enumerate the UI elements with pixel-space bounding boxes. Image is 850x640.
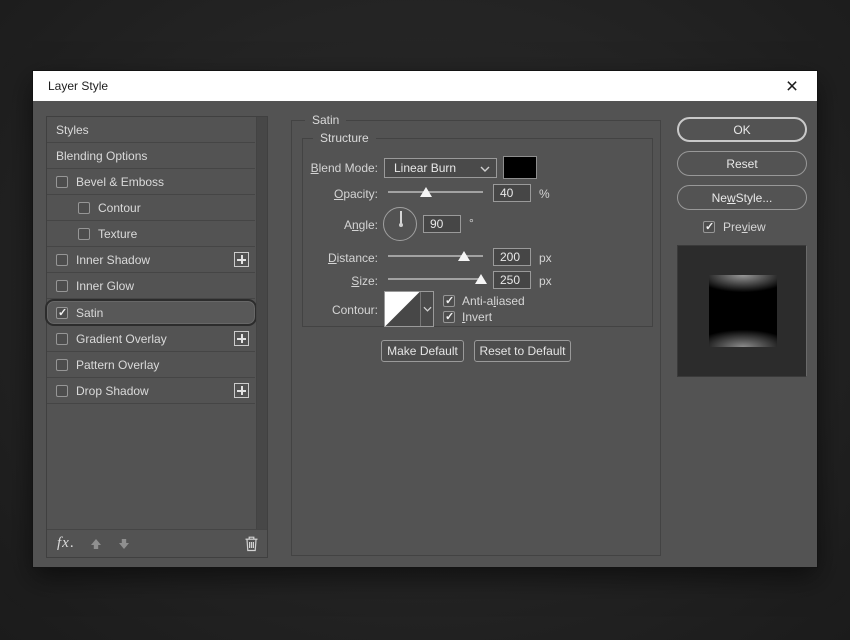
angle-dial-center <box>399 223 403 227</box>
sidebar-item-label: Blending Options <box>56 149 147 163</box>
anti-aliased-label: Anti-aliased <box>462 294 525 308</box>
satin-checkbox[interactable] <box>56 307 68 319</box>
move-effect-up-icon[interactable] <box>89 537 103 551</box>
sidebar-item-gradient-overlay[interactable]: Gradient Overlay <box>47 326 255 352</box>
sidebar-item-drop-shadow[interactable]: Drop Shadow <box>47 378 255 404</box>
size-input[interactable]: 250 <box>493 271 531 289</box>
opacity-input[interactable]: 40 <box>493 184 531 202</box>
distance-unit: px <box>539 251 552 265</box>
opacity-unit: % <box>539 187 550 201</box>
sidebar-item-pattern-overlay[interactable]: Pattern Overlay <box>47 352 255 378</box>
effects-list-scrollbar[interactable] <box>256 117 267 529</box>
style-preview-panel <box>677 245 807 377</box>
opacity-label: Opacity: <box>303 187 378 201</box>
angle-label: Angle: <box>303 218 378 232</box>
contour-picker[interactable] <box>384 291 434 327</box>
sidebar-item-bevel-emboss[interactable]: Bevel & Emboss <box>47 169 255 195</box>
make-default-button[interactable]: Make Default <box>381 340 464 362</box>
ok-button[interactable]: OK <box>677 117 807 142</box>
preview-option[interactable]: Preview <box>703 220 766 234</box>
angle-input[interactable]: 90 <box>423 215 461 233</box>
inner-glow-checkbox[interactable] <box>56 280 68 292</box>
reset-to-default-button[interactable]: Reset to Default <box>474 340 571 362</box>
contour-thumbnail[interactable] <box>385 292 420 326</box>
add-inner-shadow-button[interactable] <box>234 252 249 267</box>
satin-group: Satin Structure Blend Mode: Linear Burn … <box>291 120 661 556</box>
structure-group-label: Structure <box>313 131 376 145</box>
angle-unit: ° <box>469 216 474 230</box>
move-effect-down-icon[interactable] <box>117 537 131 551</box>
dialog-body: Styles Blending Options Bevel & Emboss C… <box>33 101 819 569</box>
sidebar-item-label: Pattern Overlay <box>76 358 159 372</box>
bevel-emboss-checkbox[interactable] <box>56 176 68 188</box>
chevron-down-icon <box>480 166 490 172</box>
sidebar-item-satin[interactable]: Satin <box>45 299 257 326</box>
sidebar-item-label: Inner Shadow <box>76 253 150 267</box>
sidebar-item-contour[interactable]: Contour <box>47 195 255 221</box>
distance-input[interactable]: 200 <box>493 248 531 266</box>
texture-checkbox[interactable] <box>78 228 90 240</box>
dialog-title: Layer Style <box>33 79 108 93</box>
sidebar-item-label: Styles <box>56 123 89 137</box>
blend-mode-value: Linear Burn <box>394 161 456 175</box>
sidebar-item-label: Satin <box>76 306 103 320</box>
add-drop-shadow-button[interactable] <box>234 383 249 398</box>
anti-aliased-option[interactable]: Anti-aliased <box>443 294 525 308</box>
contour-label: Contour: <box>303 303 378 317</box>
sidebar-item-label: Inner Glow <box>76 279 134 293</box>
sidebar-item-label: Contour <box>98 201 141 215</box>
structure-group: Structure Blend Mode: Linear Burn Opacit… <box>302 138 653 327</box>
distance-label: Distance: <box>303 251 378 265</box>
sidebar-item-label: Bevel & Emboss <box>76 175 164 189</box>
anti-aliased-checkbox[interactable] <box>443 295 455 307</box>
reset-button[interactable]: Reset <box>677 151 807 176</box>
invert-checkbox[interactable] <box>443 311 455 323</box>
opacity-slider-thumb[interactable] <box>420 187 432 197</box>
preview-checkbox[interactable] <box>703 221 715 233</box>
opacity-slider-track[interactable] <box>388 191 483 193</box>
angle-dial[interactable] <box>383 207 417 241</box>
pattern-overlay-checkbox[interactable] <box>56 359 68 371</box>
dialog-titlebar[interactable]: Layer Style × <box>33 71 817 101</box>
contour-checkbox[interactable] <box>78 202 90 214</box>
invert-option[interactable]: Invert <box>443 310 492 324</box>
sidebar-item-styles[interactable]: Styles <box>47 117 255 143</box>
preview-label: Preview <box>723 220 766 234</box>
inner-shadow-checkbox[interactable] <box>56 254 68 266</box>
sidebar-item-blending-options[interactable]: Blending Options <box>47 143 255 169</box>
satin-group-label: Satin <box>305 113 346 127</box>
fx-menu-icon[interactable]: fx <box>57 535 75 552</box>
sidebar-item-inner-glow[interactable]: Inner Glow <box>47 273 255 299</box>
blend-mode-label: Blend Mode: <box>303 161 378 175</box>
close-icon[interactable]: × <box>777 71 807 101</box>
gradient-overlay-checkbox[interactable] <box>56 333 68 345</box>
layer-style-dialog: Layer Style × Styles Blending Options Be… <box>32 70 818 568</box>
effects-list: Styles Blending Options Bevel & Emboss C… <box>46 116 268 558</box>
drop-shadow-checkbox[interactable] <box>56 385 68 397</box>
delete-effect-icon[interactable] <box>244 535 259 552</box>
sidebar-item-texture[interactable]: Texture <box>47 221 255 247</box>
sidebar-item-label: Gradient Overlay <box>76 332 167 346</box>
effects-list-footer: fx <box>47 529 267 557</box>
sidebar-item-inner-shadow[interactable]: Inner Shadow <box>47 247 255 273</box>
satin-color-swatch[interactable] <box>503 156 537 179</box>
sidebar-item-label: Texture <box>98 227 137 241</box>
sidebar-item-label: Drop Shadow <box>76 384 149 398</box>
new-style-button[interactable]: New Style... <box>677 185 807 210</box>
contour-dropdown[interactable] <box>420 292 433 326</box>
invert-label: Invert <box>462 310 492 324</box>
size-label: Size: <box>303 274 378 288</box>
size-slider-thumb[interactable] <box>475 274 487 284</box>
add-gradient-overlay-button[interactable] <box>234 331 249 346</box>
distance-slider-thumb[interactable] <box>458 251 470 261</box>
size-slider-track[interactable] <box>388 278 483 280</box>
chevron-down-icon <box>423 306 432 312</box>
size-unit: px <box>539 274 552 288</box>
style-preview-swatch <box>709 275 777 347</box>
blend-mode-select[interactable]: Linear Burn <box>384 158 497 178</box>
desktop-background: Layer Style × Styles Blending Options Be… <box>0 0 850 640</box>
